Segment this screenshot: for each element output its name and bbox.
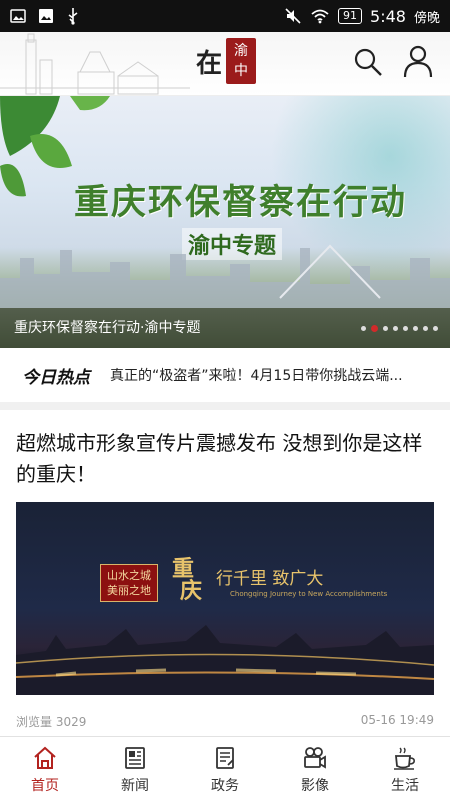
usb-icon (68, 8, 78, 25)
carousel-dot[interactable] (393, 326, 398, 331)
tab-government[interactable]: 政务 (180, 737, 270, 800)
stamp-line-2: 美丽之地 (107, 584, 151, 597)
user-icon[interactable] (402, 44, 434, 78)
status-bar: 91 5:48 傍晚 (0, 0, 450, 32)
logo-seal-top: 渝 (234, 43, 249, 59)
tab-life[interactable]: 生活 (360, 737, 450, 800)
app-header: 在 渝 中 (0, 32, 450, 96)
image-english-slogan: Chongqing Journey to New Accomplishments (230, 590, 388, 598)
carousel-indicator (361, 325, 438, 332)
image-city-name: 重 庆 (172, 558, 202, 602)
clock: 5:48 (370, 6, 406, 26)
image-stamp: 山水之城 美丽之地 (100, 564, 158, 602)
image-slogan: 行千里 致广大 (216, 569, 324, 589)
banner-title: 重庆环保督察在行动 (74, 182, 408, 223)
logo-seal-bottom: 中 (234, 63, 249, 79)
article-card[interactable]: 超燃城市形象宣传片震撼发布 没想到你是这样的重庆！ 山水之城 美丽之地 重 庆 … (16, 418, 434, 730)
tab-news-label: 新闻 (121, 778, 149, 794)
carousel-dot[interactable] (423, 326, 428, 331)
carousel-dot[interactable] (371, 325, 378, 332)
coffee-icon (394, 747, 415, 770)
gallery-notification-icon (39, 9, 53, 23)
stamp-line-1: 山水之城 (107, 569, 151, 582)
wifi-icon (311, 9, 329, 24)
carousel-dot[interactable] (383, 326, 388, 331)
newspaper-icon (125, 747, 145, 769)
image-notification-icon (10, 9, 26, 23)
tab-life-label: 生活 (391, 778, 419, 794)
carousel-dot[interactable] (361, 326, 366, 331)
tab-home[interactable]: 首页 (0, 737, 90, 800)
night-city-illustration (16, 625, 434, 695)
logo-text: 在 (196, 48, 223, 79)
hot-news-ticker[interactable]: 今日热点 真正的“极盗者”来啦！4月15日带你挑战云端... (0, 348, 450, 410)
hot-label: 今日热点 (22, 367, 90, 388)
search-icon[interactable] (352, 46, 384, 78)
logo-seal: 渝 中 (226, 38, 257, 84)
carousel-dot[interactable] (433, 326, 438, 331)
city-silhouette (0, 244, 450, 308)
hot-headline[interactable]: 真正的“极盗者”来啦！4月15日带你挑战云端... (110, 365, 410, 385)
camera-icon (304, 747, 326, 769)
tab-video-label: 影像 (301, 778, 329, 794)
banner-carousel[interactable]: 重庆环保督察在行动 渝中专题 重庆环保督察在行动·渝中专题 (0, 96, 450, 348)
article-image[interactable]: 山水之城 美丽之地 重 庆 行千里 致广大 Chongqing Journey … (16, 502, 434, 695)
carousel-dot[interactable] (413, 326, 418, 331)
mute-icon (285, 8, 301, 24)
carousel-dot[interactable] (403, 326, 408, 331)
tab-home-label: 首页 (31, 778, 59, 794)
city-name-char-2: 庆 (180, 578, 203, 604)
article-title[interactable]: 超燃城市形象宣传片震撼发布 没想到你是这样的重庆！ (16, 428, 434, 490)
battery-indicator: 91 (338, 8, 363, 24)
city-name-char-1: 重 (172, 556, 195, 582)
view-count: 浏览量 3029 (16, 715, 87, 729)
tab-news[interactable]: 新闻 (90, 737, 180, 800)
tab-government-label: 政务 (211, 778, 239, 794)
time-period: 傍晚 (413, 10, 440, 26)
article-meta: 浏览量 3029 05-16 19:49 (16, 713, 434, 730)
document-icon (216, 747, 234, 769)
bottom-tab-bar: 首页 新闻 政务 影像 生活 (0, 736, 450, 800)
publish-date: 05-16 19:49 (360, 713, 434, 727)
city-skyline-illustration (0, 33, 190, 95)
tab-video[interactable]: 影像 (270, 737, 360, 800)
app-logo: 在 渝 中 (196, 38, 257, 84)
home-icon (34, 746, 56, 769)
banner-caption-text: 重庆环保督察在行动·渝中专题 (14, 320, 201, 336)
